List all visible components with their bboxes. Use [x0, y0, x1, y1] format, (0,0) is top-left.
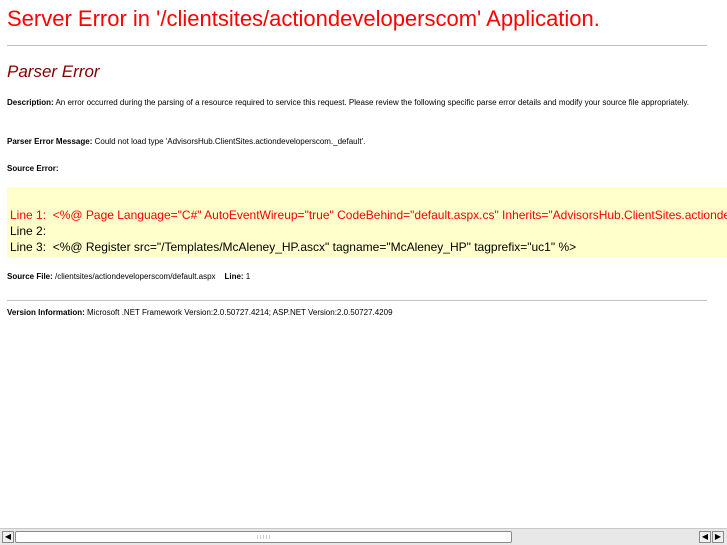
error-page: Server Error in '/clientsites/actiondeve…	[0, 0, 727, 528]
message-text: Could not load type 'AdvisorsHub.ClientS…	[92, 137, 366, 146]
version-label: Version Information:	[7, 308, 85, 317]
error-heading: Parser Error	[7, 62, 100, 81]
scrollbar-track[interactable]	[15, 531, 512, 543]
line-number: 1	[243, 272, 251, 281]
version-information: Version Information: Microsoft .NET Fram…	[7, 306, 707, 319]
source-file-label: Source File:	[7, 272, 53, 281]
description-text: An error occurred during the parsing of …	[53, 98, 689, 107]
horizontal-scrollbar[interactable]: ◀ ◀ ▶	[0, 528, 727, 545]
line-label: Line:	[224, 272, 244, 281]
source-file-info: Source File: /clientsites/actiondevelope…	[7, 270, 707, 283]
message-label: Parser Error Message:	[7, 137, 93, 146]
source-error-heading: Source Error:	[7, 162, 707, 175]
source-code-block: Line 1: <%@ Page Language="C#" AutoEvent…	[7, 187, 727, 258]
scroll-right-button[interactable]: ▶	[712, 531, 724, 543]
scroll-left-button-secondary[interactable]: ◀	[699, 531, 711, 543]
source-line-2: Line 2:	[10, 224, 47, 238]
source-line-1: Line 1: <%@ Page Language="C#" AutoEvent…	[10, 208, 727, 222]
error-description: Description: An error occurred during th…	[7, 96, 707, 109]
version-divider	[7, 300, 707, 301]
source-file-path: /clientsites/actiondeveloperscom/default…	[52, 272, 216, 281]
source-error-label: Source Error:	[7, 164, 59, 173]
title-divider	[7, 45, 707, 46]
description-label: Description:	[7, 98, 54, 107]
scroll-left-button[interactable]: ◀	[2, 531, 14, 543]
page-title: Server Error in '/clientsites/actiondeve…	[7, 6, 600, 31]
parser-error-message: Parser Error Message: Could not load typ…	[7, 135, 707, 148]
source-line-3: Line 3: <%@ Register src="/Templates/McA…	[10, 240, 577, 254]
scrollbar-grip-icon[interactable]	[256, 535, 272, 539]
version-text: Microsoft .NET Framework Version:2.0.507…	[84, 308, 393, 317]
